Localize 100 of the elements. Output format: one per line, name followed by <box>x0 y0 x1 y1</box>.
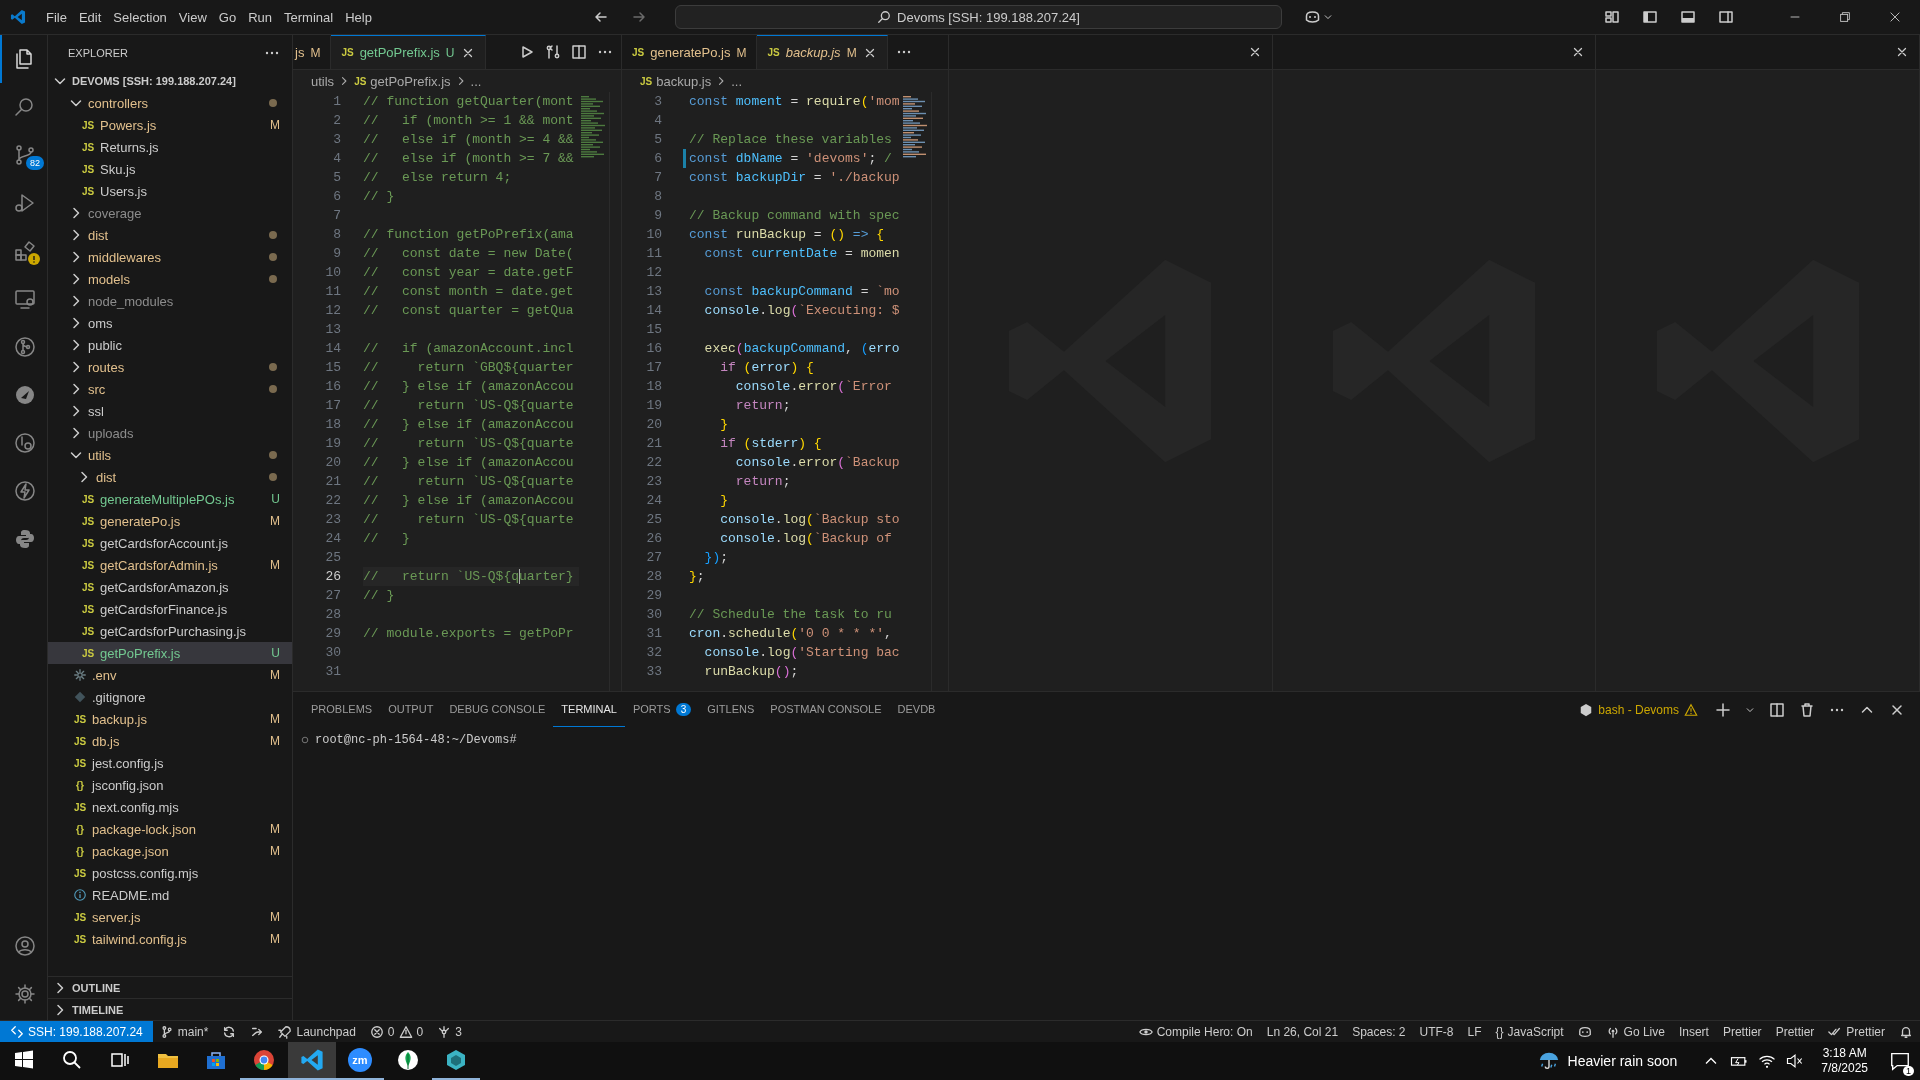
tree-item[interactable]: dist <box>48 466 292 488</box>
tree-item[interactable]: controllers <box>48 92 292 114</box>
panel-tab[interactable]: PROBLEMS <box>303 692 381 727</box>
tree-item[interactable]: JS db.js M <box>48 730 292 752</box>
tree-item[interactable]: JS tailwind.config.js M <box>48 928 292 950</box>
panel-tab[interactable]: PORTS 3 <box>624 692 700 727</box>
tree-item[interactable]: JS server.js M <box>48 906 292 928</box>
tree-item[interactable]: JS Returns.js <box>48 136 292 158</box>
menu-item[interactable]: Selection <box>107 6 173 28</box>
tree-item[interactable]: {} package-lock.json M <box>48 818 292 840</box>
tree-item[interactable]: JS backup.js M <box>48 708 292 730</box>
breadcrumb-item[interactable]: backup.js <box>656 73 712 89</box>
tree-item[interactable]: JS getPoPrefix.js U <box>48 642 292 664</box>
status-item[interactable]: Prettier <box>1768 1021 1822 1042</box>
compare-icon[interactable] <box>545 44 561 60</box>
status-item[interactable]: {} JavaScript <box>1488 1021 1571 1042</box>
close-icon[interactable] <box>1895 45 1909 59</box>
breadcrumb-item[interactable]: getPoPrefix.js <box>370 73 451 89</box>
menu-item[interactable]: File <box>40 6 73 28</box>
tree-item[interactable]: JS postcss.config.mjs <box>48 862 292 884</box>
tree-item[interactable]: uploads <box>48 422 292 444</box>
tree-item[interactable]: ssl <box>48 400 292 422</box>
tree-item[interactable]: oms <box>48 312 292 334</box>
tree-item[interactable]: src <box>48 378 292 400</box>
status-item[interactable]: SSH: 199.188.207.24 <box>0 1021 153 1042</box>
breadcrumb-item[interactable]: ... <box>731 73 742 89</box>
status-item[interactable]: UTF-8 <box>1412 1021 1461 1042</box>
run-icon[interactable] <box>519 44 535 60</box>
status-item[interactable]: 0 0 <box>362 1021 431 1042</box>
tree-item[interactable]: JS getCardsforAccount.js <box>48 532 292 554</box>
breadcrumb-item[interactable]: ... <box>470 73 482 89</box>
tree-item[interactable]: JS generatePo.js M <box>48 510 292 532</box>
status-item[interactable]: Insert <box>1671 1021 1716 1042</box>
caret-icon[interactable] <box>1323 12 1333 22</box>
tree-item[interactable]: routes <box>48 356 292 378</box>
tree-item[interactable]: middlewares <box>48 246 292 268</box>
tree-item[interactable]: JS getCardsforPurchasing.js <box>48 620 292 642</box>
panel-tab[interactable]: OUTPUT <box>380 692 442 727</box>
tree-item[interactable]: {} jsconfig.json <box>48 774 292 796</box>
panel-tab[interactable]: TERMINAL <box>553 692 625 727</box>
tree-item[interactable]: JS generateMultiplePOs.js U <box>48 488 292 510</box>
tree-item[interactable]: JS Powers.js M <box>48 114 292 136</box>
panel-tab[interactable]: DEBUG CONSOLE <box>441 692 554 727</box>
status-item[interactable]: Launchpad <box>271 1021 363 1042</box>
tree-item[interactable]: coverage <box>48 202 292 224</box>
status-item[interactable]: LF <box>1460 1021 1489 1042</box>
menu-item[interactable]: Go <box>212 6 243 28</box>
menu-item[interactable]: Run <box>242 6 278 28</box>
menu-item[interactable]: Terminal <box>278 6 340 28</box>
trash-icon[interactable] <box>1799 701 1815 718</box>
source-control-button[interactable]: 82 <box>0 131 48 179</box>
editor-tab[interactable]: JS getPoPrefix.js U <box>331 35 486 69</box>
forward-arrow-icon[interactable] <box>631 9 647 25</box>
clock[interactable]: 3:18 AM 7/8/2025 <box>1821 1046 1868 1076</box>
back-arrow-icon[interactable] <box>593 9 609 25</box>
section-header[interactable]: OUTLINE <box>48 976 292 998</box>
editor-tab[interactable]: js M <box>293 35 332 69</box>
restore-icon[interactable] <box>1838 10 1852 24</box>
weather-widget[interactable]: Heavier rain soon <box>1537 1050 1678 1072</box>
command-center[interactable]: Devoms [SSH: 199.188.207.24] <box>675 5 1282 29</box>
tree-item[interactable]: JS jest.config.js <box>48 752 292 774</box>
menu-item[interactable]: Edit <box>72 6 108 28</box>
status-item[interactable]: Prettier <box>1821 1021 1892 1042</box>
tree-item[interactable]: JS getCardsforFinance.js <box>48 598 292 620</box>
tree-item[interactable]: .gitignore <box>48 686 292 708</box>
tree-item[interactable]: models <box>48 268 292 290</box>
customize-layout-icon[interactable] <box>1604 9 1620 25</box>
panel-tab[interactable]: POSTMAN CONSOLE <box>762 692 890 727</box>
tree-item[interactable]: {} package.json M <box>48 840 292 862</box>
tree-item[interactable]: .env M <box>48 664 292 686</box>
tree-item[interactable]: JS Users.js <box>48 180 292 202</box>
panel-tab[interactable]: GITLENS <box>699 692 763 727</box>
tree-item[interactable]: node_modules <box>48 290 292 312</box>
tree-item[interactable]: DEVOMS [SSH: 199.188.207.24] <box>48 70 292 92</box>
menu-item[interactable]: View <box>172 6 213 28</box>
status-item[interactable]: 3 <box>430 1021 469 1042</box>
editor-tab[interactable]: JS backup.js M <box>757 35 888 69</box>
tree-item[interactable]: utils <box>48 444 292 466</box>
toggle-sidebar-icon[interactable] <box>1642 9 1658 25</box>
menu-item[interactable]: Help <box>339 6 378 28</box>
tree-item[interactable]: public <box>48 334 292 356</box>
new-terminal-icon[interactable] <box>1715 701 1731 718</box>
status-item[interactable]: Prettier <box>1715 1021 1769 1042</box>
split-terminal-icon[interactable] <box>1769 701 1785 718</box>
status-item[interactable]: Compile Hero: On <box>1131 1021 1260 1042</box>
status-item[interactable]: main* <box>152 1021 216 1042</box>
breadcrumb-item[interactable]: utils <box>311 73 335 89</box>
tree-item[interactable]: README.md <box>48 884 292 906</box>
tree-item[interactable]: JS getCardsforAdmin.js M <box>48 554 292 576</box>
terminal-selector[interactable]: bash - Devoms <box>1579 702 1698 717</box>
panel-tab[interactable]: DEVDB <box>889 692 944 727</box>
toggle-secondary-sidebar-icon[interactable] <box>1718 9 1734 25</box>
toggle-panel-icon[interactable] <box>1680 9 1696 25</box>
tree-item[interactable]: JS next.config.mjs <box>48 796 292 818</box>
tree-item[interactable]: dist <box>48 224 292 246</box>
tree-item[interactable]: JS Sku.js <box>48 158 292 180</box>
status-item[interactable]: Spaces: 2 <box>1345 1021 1413 1042</box>
status-item[interactable]: Ln 26, Col 21 <box>1259 1021 1346 1042</box>
split-editor-icon[interactable] <box>571 44 587 60</box>
status-item[interactable]: Go Live <box>1598 1021 1672 1042</box>
